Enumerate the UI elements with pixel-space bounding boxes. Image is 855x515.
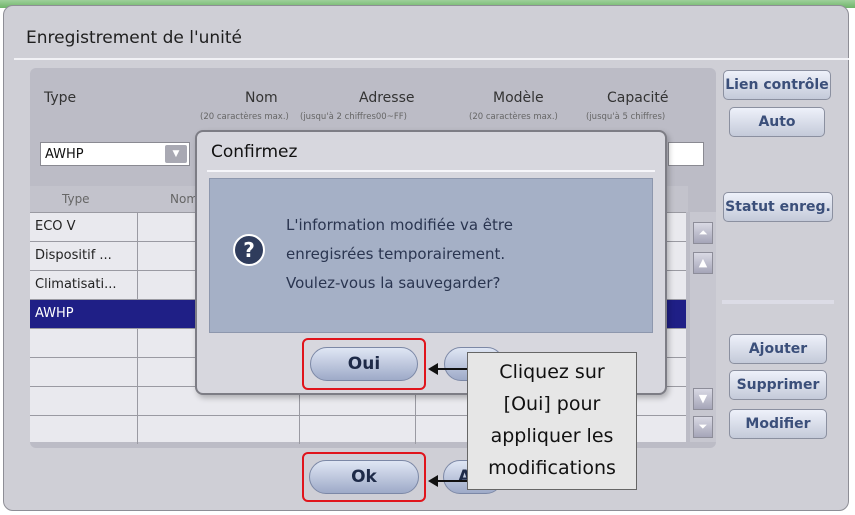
header-modele: Modèle: [493, 90, 544, 106]
modifier-button[interactable]: Modifier: [729, 409, 827, 439]
dialog-divider: [207, 170, 655, 172]
instruction-callout: Cliquez sur [Oui] pour appliquer les mod…: [467, 352, 637, 490]
arrow-head-icon: [428, 475, 438, 487]
arrow-to-oui: [437, 368, 467, 370]
column-header-type: Type: [30, 186, 138, 212]
table-scrollbar[interactable]: ⏶ ▲ ▼ ⏷: [690, 212, 716, 442]
oui-highlight: [302, 338, 426, 390]
arrow-head-icon: [428, 363, 438, 375]
scroll-down-icon[interactable]: ▼: [693, 388, 713, 410]
dialog-message-area: ? L'information modifiée va être enregis…: [209, 178, 653, 333]
subheader-nom: (20 caractères max.): [200, 112, 289, 122]
ok-highlight: [302, 452, 426, 502]
scroll-up-icon[interactable]: ▲: [693, 252, 713, 274]
capacite-input[interactable]: [668, 142, 704, 166]
header-capacite: Capacité: [607, 90, 669, 106]
table-cell: [30, 329, 138, 357]
side-divider: [722, 300, 834, 304]
table-cell: [300, 416, 416, 444]
dialog-message-line: L'information modifiée va être: [286, 216, 513, 234]
chevron-down-icon[interactable]: ▼: [165, 145, 187, 163]
table-cell: [138, 416, 300, 444]
subheader-capacite: (jusqu'à 5 chiffres): [586, 112, 666, 122]
dialog-message-line: Voulez-vous la sauvegarder?: [286, 274, 501, 292]
callout-line: appliquer les: [490, 425, 614, 447]
table-cell-type: Climatisati...: [30, 271, 138, 299]
table-cell-type: AWHP: [35, 306, 74, 321]
callout-line: Cliquez sur: [499, 361, 605, 383]
callout-line: [Oui] pour: [503, 393, 601, 415]
ajouter-button[interactable]: Ajouter: [729, 334, 827, 364]
window-title: Enregistrement de l'unité: [26, 28, 243, 48]
header-type: Type: [44, 90, 77, 106]
header-nom: Nom: [245, 90, 278, 106]
type-select[interactable]: AWHP ▼: [40, 142, 190, 166]
scroll-top-icon[interactable]: ⏶: [693, 222, 713, 244]
table-cell: [30, 358, 138, 386]
callout-line: modifications: [488, 457, 616, 479]
scroll-bottom-icon[interactable]: ⏷: [693, 416, 713, 438]
table-cell: [30, 387, 138, 415]
dialog-title: Confirmez: [211, 142, 298, 162]
subheader-modele: (20 caractères max.): [469, 112, 558, 122]
arrow-to-ok: [437, 480, 467, 482]
auto-button[interactable]: Auto: [729, 107, 825, 137]
subheader-adresse: (jusqu'à 2 chiffres00~FF): [300, 112, 407, 122]
type-select-value: AWHP: [45, 147, 84, 162]
table-cell-type: ECO V: [30, 213, 138, 241]
lien-controle-button[interactable]: Lien contrôle: [723, 70, 831, 100]
statut-enreg-button[interactable]: Statut enreg.: [723, 192, 833, 222]
supprimer-button[interactable]: Supprimer: [729, 370, 827, 400]
table-cell-type: Dispositif ...: [30, 242, 138, 270]
title-divider: [14, 58, 849, 60]
header-adresse: Adresse: [359, 90, 415, 106]
table-cell: [30, 416, 138, 444]
dialog-message-line: enregisrées temporairement.: [286, 245, 506, 263]
question-icon: ?: [233, 234, 265, 266]
